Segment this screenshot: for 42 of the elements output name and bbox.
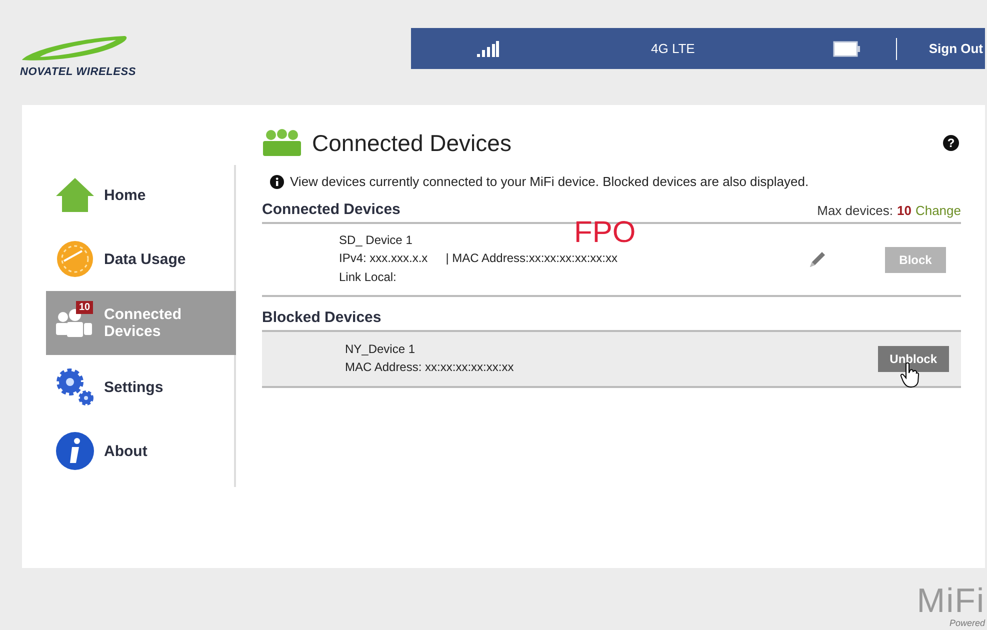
unblock-button[interactable]: Unblock <box>878 346 949 372</box>
device-name: SD_ Device 1 <box>339 232 414 249</box>
people-icon <box>262 129 302 157</box>
hand-cursor-icon <box>900 362 920 388</box>
mac-address: | MAC Address:xx:xx:xx:xx:xx:xx <box>446 251 618 265</box>
ipv4-address: IPv4: xxx.xxx.x.x <box>339 251 428 265</box>
nav-label: About <box>104 442 148 460</box>
nav-item[interactable]: About <box>46 419 236 483</box>
nav-label: Data Usage <box>104 250 187 268</box>
battery-icon <box>832 40 861 56</box>
brand-logo-text: MiFi <box>916 584 985 618</box>
house-icon <box>55 177 95 213</box>
info-icon <box>55 431 95 471</box>
count-badge: 10 <box>76 301 94 314</box>
placement-note: FPO <box>574 216 636 250</box>
section-heading: Blocked Devices <box>262 309 382 326</box>
help-button[interactable]: ? <box>943 135 959 151</box>
page-title: Connected Devices <box>312 130 512 156</box>
info-text: View devices currently connected to your MiFi device. Blocked devices are also displayed. <box>290 174 809 189</box>
nav-label: Home <box>104 186 147 204</box>
max-devices-value: 10 <box>896 203 912 218</box>
info-icon <box>270 174 284 188</box>
nav-label: Settings <box>104 378 164 396</box>
mac-address: MAC Address: xx:xx:xx:xx:xx:xx <box>345 359 515 376</box>
sign-out-link[interactable]: Sign Out <box>928 41 984 56</box>
gauge-icon <box>55 239 95 279</box>
nav-item[interactable]: Home <box>46 163 236 227</box>
nav-label: Connected Devices <box>104 306 183 340</box>
change-link[interactable]: Change <box>915 203 961 218</box>
brand-tagline: Powered <box>949 618 985 628</box>
link-local-label: Link Local: <box>339 269 398 286</box>
nav-item[interactable]: Settings <box>46 355 236 419</box>
pencil-icon[interactable] <box>807 250 827 270</box>
device-name: NY_Device 1 <box>345 341 416 358</box>
section-heading: Connected Devices <box>262 201 400 218</box>
network-type: 4G LTE <box>651 41 695 56</box>
nav-item[interactable]: Data Usage <box>46 227 236 291</box>
signal-icon <box>477 40 499 56</box>
max-devices-label: Max devices: <box>817 203 893 218</box>
logo-text: NOVATEL WIRELESS <box>20 66 136 78</box>
gears-icon <box>55 367 95 407</box>
nav-item[interactable]: 10 Connected Devices <box>46 291 236 355</box>
